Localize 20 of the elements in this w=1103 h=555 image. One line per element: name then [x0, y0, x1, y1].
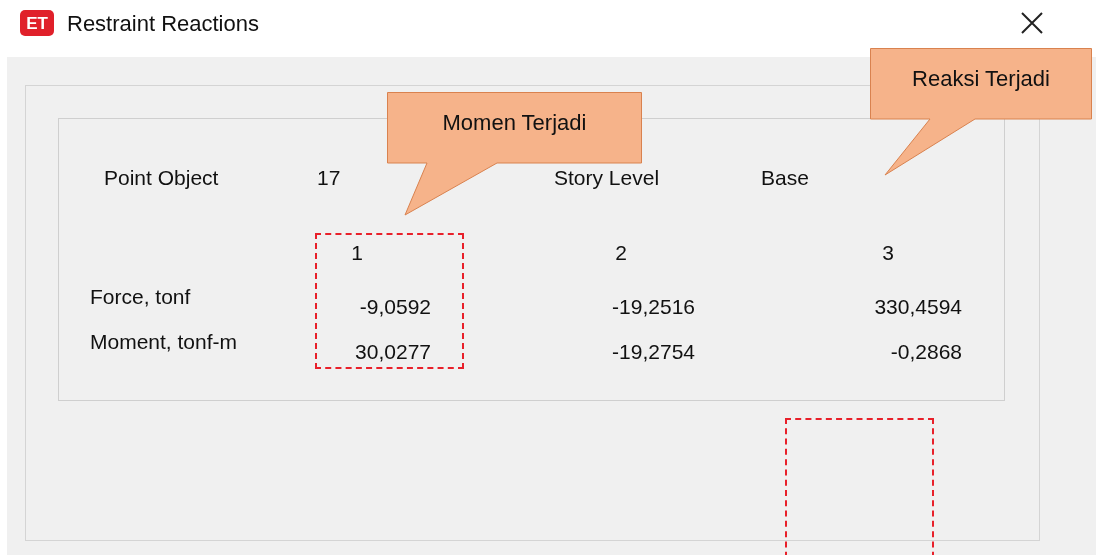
callout-text: Momen Terjadi: [441, 108, 588, 137]
field-value: Base: [761, 165, 809, 191]
table-cell-text: 330,4594: [874, 294, 962, 320]
table-cell-text: -0,2868: [890, 339, 962, 365]
table-cell-text: -19,2754: [612, 339, 695, 365]
table-cell-text: -19,2516: [612, 294, 695, 320]
field-label: Story Level: [554, 165, 661, 191]
column-header: 3: [882, 240, 894, 266]
table-cell-text: -9,0592: [359, 294, 431, 320]
close-icon[interactable]: [1021, 12, 1043, 34]
app-logo: ET: [20, 10, 54, 36]
row-label: Force, tonf: [90, 284, 192, 310]
callout-text: Reaksi Terjadi: [911, 64, 1051, 93]
column-header: 2: [615, 240, 627, 266]
window-title: Restraint Reactions: [67, 9, 259, 38]
column-header: 1: [351, 240, 363, 266]
field-value: 17: [317, 165, 342, 191]
row-label: Moment, tonf-m: [90, 329, 239, 355]
field-label: Point Object: [104, 165, 220, 191]
table-cell-text: 30,0277: [355, 339, 431, 365]
